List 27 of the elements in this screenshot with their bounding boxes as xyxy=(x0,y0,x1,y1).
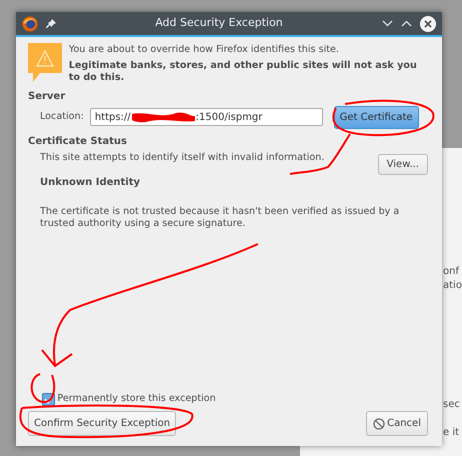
warning-icon xyxy=(28,43,64,83)
warning-note: Legitimate banks, stores, and other public sites will not ask you to do this. xyxy=(68,60,418,84)
location-label: Location: xyxy=(40,110,84,124)
problem-title: Unknown Identity xyxy=(39,176,142,190)
maximize-icon[interactable] xyxy=(401,20,412,27)
warning-message: You are about to override how Firefox identifies this site. xyxy=(68,43,340,57)
background-text: e it xyxy=(443,426,460,440)
get-certificate-button[interactable]: Get Certificate xyxy=(334,106,419,129)
background-text: sec xyxy=(443,398,460,412)
problem-description: The certificate is not trusted because it hasn't been verified as issued by a trusted authority using a secure signature. xyxy=(39,206,400,230)
background-text: atio xyxy=(443,279,462,293)
pin-icon[interactable] xyxy=(46,18,56,28)
location-field[interactable]: https:// :1500/ispmgr xyxy=(90,108,323,126)
close-icon[interactable] xyxy=(420,16,436,32)
confirm-button[interactable]: Confirm Security Exception xyxy=(28,411,176,436)
window-title: Add Security Exception xyxy=(154,15,284,32)
section-heading: Certificate Status xyxy=(28,134,128,149)
cancel-icon xyxy=(372,418,385,430)
status-summary: This site attempts to identify itself with invalid information. xyxy=(40,151,324,166)
checkbox-label: Permanently store this exception xyxy=(57,392,216,406)
minimize-icon[interactable] xyxy=(382,20,393,27)
section-heading: Server xyxy=(28,90,66,104)
cancel-button[interactable]: Cancel xyxy=(366,411,428,436)
view-button[interactable]: View... xyxy=(378,154,428,175)
redaction-scribble xyxy=(130,111,196,124)
browser-logo-icon xyxy=(22,16,38,32)
background-text: onf xyxy=(443,265,459,279)
